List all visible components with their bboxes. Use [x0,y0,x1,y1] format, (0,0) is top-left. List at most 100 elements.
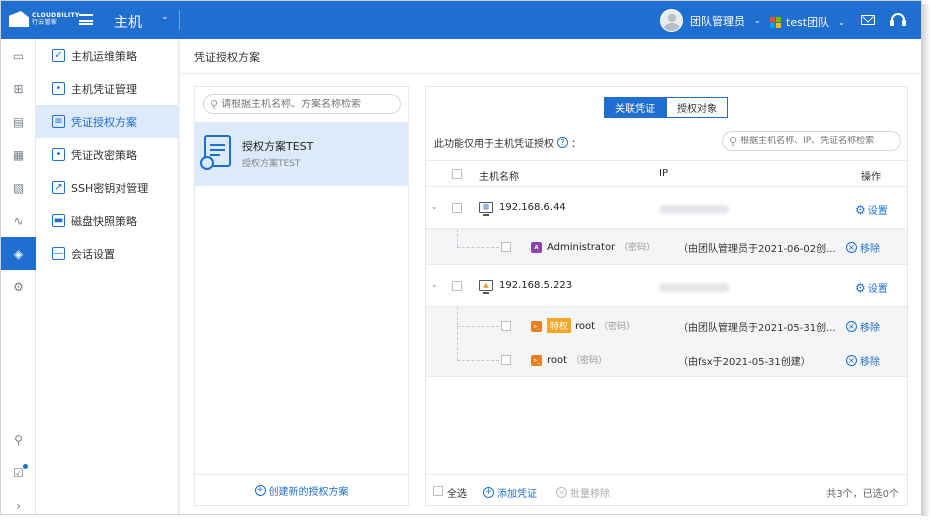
table-footer: 全选 + 添加凭证 × 批量移除 共3个，已选0个 [426,474,907,506]
tab-auth-targets[interactable]: 授权对象 [666,97,728,118]
row-checkbox[interactable] [501,242,511,252]
table-row[interactable]: ⌄ ⊞ 192.168.6.44 ⚙ 设置 [426,188,907,229]
chevron-down-icon[interactable]: ⌄ [431,202,438,211]
terminal-account-icon: >_ [531,355,542,366]
certificate-icon [200,135,231,170]
plan-list-panel: ⚲ 授权方案TEST 授权方案TEST + 创建新的授权方案 [194,86,409,506]
gear-icon: ⚙ [855,280,866,295]
setup-button[interactable]: ⚙ 设置 [855,280,888,296]
remove-label: 移除 [860,323,880,334]
chevron-down-icon[interactable]: ⌄ [431,280,438,289]
creator-info: （由团队管理员于2021-05-31创... [678,323,836,334]
host-name: 192.168.5.223 [499,280,573,291]
menu-item-auth-plan[interactable]: ≡ 凭证授权方案 [36,105,179,138]
notification-badge [23,464,28,469]
row-checkbox[interactable] [452,203,462,213]
team-name[interactable]: test团队 [786,14,829,30]
chevron-down-icon[interactable]: ⌄ [838,18,845,27]
shield-gear-icon[interactable]: ◈ [1,237,36,270]
creator-info: （由团队管理员于2021-06-02创... [678,244,836,255]
table-row[interactable]: ⌄ ▲ 192.168.5.223 ⚙ 设置 [426,265,907,307]
tree-line [457,307,458,360]
host-name: 192.168.6.44 [499,202,566,213]
menu-item-credential-mgmt[interactable]: • 主机凭证管理 [36,72,179,105]
plan-item[interactable]: 授权方案TEST 授权方案TEST [195,122,408,186]
row-checkbox[interactable] [452,281,462,291]
privileged-badge: 特权 [547,318,572,333]
module-title[interactable]: 主机 [114,12,142,32]
column-ip: IP [659,168,668,179]
key-pair-icon: ↗ [52,181,65,194]
account-name-text: root [547,355,568,366]
task-icon[interactable]: ☑ [1,456,36,489]
key-icon: • [52,82,65,95]
sitemap-icon[interactable]: ⊞ [1,72,36,105]
chevron-right-icon[interactable]: › [1,489,36,514]
plan-search-box[interactable]: ⚲ [203,94,401,114]
account-name: 特权 root （密码） [547,318,635,333]
menu-item-ops-policy[interactable]: ✓ 主机运维策略 [36,39,179,72]
side-menu: ✓ 主机运维策略 • 主机凭证管理 ≡ 凭证授权方案 • 凭证改密策略 ↗ SSH密钥对管… [36,39,179,514]
logo-subtext: 行云管家 [32,19,58,26]
menu-item-label: SSH密钥对管理 [71,181,149,195]
chevron-down-icon[interactable]: ⌄ [161,12,169,22]
ip-value-blurred [659,205,729,214]
pulse-icon[interactable]: ∿ [1,204,36,237]
menu-toggle-icon[interactable] [79,14,93,25]
table-header: 主机名称 IP 操作 [426,160,907,187]
app-window: CLOUDBILITY 行云管家 主机 ⌄ 团队管理员 ⌄ test团队 ⌄ ▭ … [0,0,922,515]
menu-item-session-settings[interactable]: — 会话设置 [36,237,179,270]
menu-item-password-policy[interactable]: • 凭证改密策略 [36,138,179,171]
setup-label: 设置 [867,206,888,217]
remove-button[interactable]: × 移除 [846,319,880,334]
user-menu[interactable]: 团队管理员 ⌄ [660,9,761,32]
row-checkbox[interactable] [501,355,511,365]
create-plan-button[interactable]: + 创建新的授权方案 [195,474,408,506]
plan-detail-panel: 关联凭证 授权对象 此功能仅用于主机凭证授权 ? ： ⚲ 主机名称 IP 操作 … [425,86,908,506]
clipboard-icon[interactable]: ▦ [1,138,36,171]
select-all-label[interactable]: 全选 [447,485,467,500]
menu-item-label: 凭证改密策略 [71,148,137,162]
terminal-account-icon: >_ [531,321,542,332]
cloud-logo-icon [9,11,29,27]
notice-suffix: ： [571,139,581,150]
setup-label: 设置 [867,284,888,295]
team-switcher[interactable]: test团队 ⌄ [770,14,845,30]
headset-icon[interactable] [890,13,906,26]
add-credential-button[interactable]: + 添加凭证 [483,485,537,500]
logo[interactable]: CLOUDBILITY 行云管家 [9,11,80,27]
menu-item-label: 主机凭证管理 [71,82,137,96]
batch-remove-button[interactable]: × 批量移除 [556,485,610,500]
plan-name: 授权方案TEST [242,140,314,153]
avatar[interactable] [660,9,683,32]
divider [179,10,180,30]
document-icon[interactable]: ▤ [1,105,36,138]
menu-item-ssh-keys[interactable]: ↗ SSH密钥对管理 [36,171,179,204]
creator-info: （由fsx于2021-05-31创建） [678,357,811,368]
divider [180,73,921,74]
table-row[interactable]: A Administrator （密码） （由团队管理员于2021-06-02创.… [426,229,907,265]
credential-search-box[interactable]: ⚲ [722,131,901,151]
remove-button[interactable]: × 移除 [846,240,880,255]
menu-item-disk-snapshot[interactable]: ▬ 磁盘快照策略 [36,204,179,237]
tab-linked-credentials[interactable]: 关联凭证 [604,97,666,118]
plan-search-input[interactable] [221,98,392,110]
row-checkbox[interactable] [501,321,511,331]
select-all-checkbox[interactable] [433,486,443,496]
close-circle-icon: × [846,321,857,332]
header-checkbox[interactable] [452,169,462,179]
help-icon[interactable]: ? [557,137,568,148]
user-name[interactable]: 团队管理员 [690,13,745,29]
credential-search-input[interactable] [740,136,896,146]
chevron-down-icon[interactable]: ⌄ [754,16,761,25]
mail-icon[interactable] [861,15,875,25]
tree-line [457,360,499,361]
remove-button[interactable]: × 移除 [846,353,880,368]
gear-icon[interactable]: ⚙ [1,270,36,303]
search-icon[interactable]: ⚲ [1,423,36,456]
plan-description: 授权方案TEST [242,159,301,169]
search-icon: ⚲ [729,134,738,148]
setup-button[interactable]: ⚙ 设置 [855,202,888,218]
checklist-icon[interactable]: ▧ [1,171,36,204]
monitor-icon[interactable]: ▭ [1,39,36,72]
